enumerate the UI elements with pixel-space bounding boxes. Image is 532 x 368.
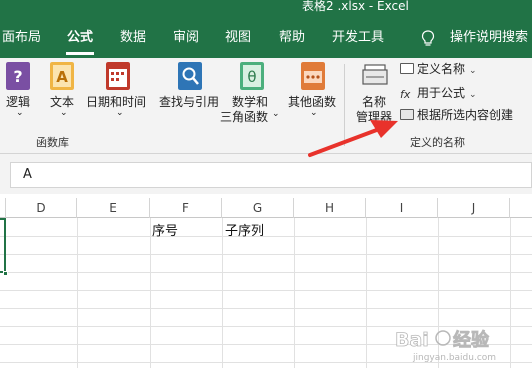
group-separator (344, 64, 345, 146)
window-title: 表格2 .xlsx - Excel (302, 0, 409, 13)
grid-line (0, 308, 532, 309)
chevron-down-icon: ⌄ (116, 108, 124, 118)
defined-names-group-label: 定义的名称 (410, 136, 465, 149)
math-trig-label-line2: 三角函数 (220, 110, 269, 124)
text-function-icon: A (50, 62, 74, 90)
create-from-selection-button[interactable]: 根据所选内容创建 (400, 106, 513, 124)
ribbon-tab-bar: 面布局 公式 数据 审阅 视图 帮助 开发工具 操作说明搜索 (0, 14, 532, 58)
grid-line (294, 218, 295, 368)
chevron-down-icon: ⌄ (469, 66, 477, 76)
column-header-row: D E F G H I J (0, 198, 532, 218)
chevron-down-icon: ⌄ (310, 108, 318, 118)
svg-text:Bai: Bai (395, 329, 429, 351)
more-functions-icon (301, 62, 325, 90)
formula-bar[interactable]: A (10, 162, 532, 188)
selected-cell-border (0, 218, 6, 273)
title-bar: 表格2 .xlsx - Excel (0, 0, 532, 14)
chevron-down-icon: ⌄ (16, 108, 24, 118)
grid-line (366, 218, 367, 368)
grid-line (222, 218, 223, 368)
formula-bar-value: A (23, 167, 32, 182)
cell-g1[interactable]: 子序列 (225, 220, 264, 239)
column-header-e[interactable]: E (77, 198, 150, 218)
watermark: Bai 经验 jingyan.baidu.com (391, 320, 531, 364)
create-from-selection-icon (400, 109, 414, 120)
active-tab-indicator (66, 52, 94, 55)
baidu-watermark-logo: Bai 经验 jingyan.baidu.com (395, 329, 496, 363)
tab-page-layout[interactable]: 面布局 (2, 27, 41, 49)
name-manager-button[interactable]: 名称 管理器 (352, 58, 398, 130)
ribbon-formulas: ? 逻辑 ⌄ A 文本 ⌄ 日期和时间 ⌄ 查找与引用 θ 数学和 三角函数 ⌄… (0, 58, 532, 154)
svg-text:θ: θ (247, 68, 256, 86)
math-trig-button[interactable]: θ 数学和 三角函数 ⌄ (220, 58, 284, 130)
function-library-group-label: 函数库 (36, 136, 69, 149)
fill-handle[interactable] (3, 271, 8, 276)
grid-line (0, 236, 532, 237)
date-time-button[interactable]: 日期和时间 ⌄ (86, 58, 150, 130)
svg-text:?: ? (13, 67, 22, 86)
chevron-down-icon: ⌄ (469, 90, 477, 100)
svg-text:jingyan.baidu.com: jingyan.baidu.com (412, 353, 496, 363)
tell-me-search[interactable]: 操作说明搜索 (450, 27, 528, 49)
tab-view[interactable]: 视图 (225, 27, 251, 49)
chevron-down-icon: ⌄ (60, 108, 68, 118)
grid-line (0, 290, 532, 291)
grid-line (0, 254, 532, 255)
chevron-down-icon: ⌄ (272, 109, 280, 119)
lightbulb-icon[interactable] (421, 30, 435, 48)
column-header-i[interactable]: I (366, 198, 438, 218)
grid-line (77, 218, 78, 368)
tab-data[interactable]: 数据 (120, 27, 146, 49)
grid-line (0, 272, 532, 273)
column-header-h[interactable]: H (294, 198, 366, 218)
define-name-label: 定义名称 (417, 62, 466, 76)
lookup-reference-label: 查找与引用 (159, 95, 220, 109)
grid-line (150, 218, 151, 368)
tab-review[interactable]: 审阅 (173, 27, 199, 49)
use-in-formula-label: 用于公式 (417, 86, 466, 100)
logical-function-icon: ? (6, 62, 30, 90)
use-in-formula-button[interactable]: fx 用于公式 ⌄ (400, 84, 477, 102)
define-name-button[interactable]: 定义名称 ⌄ (400, 60, 477, 78)
column-header-j[interactable]: J (438, 198, 510, 218)
name-manager-icon (362, 64, 388, 85)
name-manager-label-line2: 管理器 (356, 110, 393, 124)
column-header-g[interactable]: G (222, 198, 294, 218)
svg-text:经验: 经验 (453, 329, 490, 351)
define-name-icon (400, 63, 414, 74)
lookup-reference-icon (178, 62, 202, 90)
text-button[interactable]: A 文本 ⌄ (46, 58, 78, 130)
tab-formulas[interactable]: 公式 (67, 27, 93, 49)
logical-button[interactable]: ? 逻辑 ⌄ (2, 58, 34, 130)
lookup-reference-button[interactable]: 查找与引用 (158, 58, 224, 130)
tab-help[interactable]: 帮助 (279, 27, 305, 49)
svg-text:A: A (56, 68, 68, 86)
create-from-selection-label: 根据所选内容创建 (417, 108, 514, 122)
date-time-function-icon (106, 62, 130, 90)
column-header-d[interactable]: D (6, 198, 77, 218)
more-functions-button[interactable]: 其他函数 ⌄ (286, 58, 340, 130)
use-in-formula-icon: fx (400, 88, 411, 101)
cell-f1[interactable]: 序号 (152, 220, 178, 239)
formula-bar-row: A (0, 154, 532, 194)
column-header-f[interactable]: F (150, 198, 222, 218)
math-trig-icon: θ (240, 62, 264, 90)
tab-developer[interactable]: 开发工具 (332, 27, 384, 49)
